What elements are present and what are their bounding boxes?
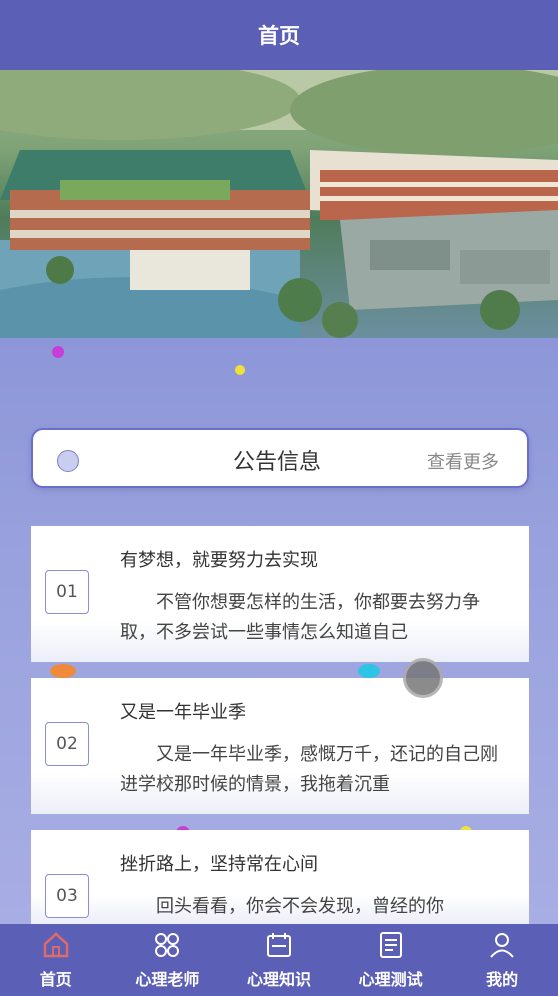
knowledge-icon: [266, 933, 291, 957]
decorative-dot: [358, 664, 380, 678]
notice-header: 公告信息 查看更多: [31, 428, 529, 488]
tab-label: 心理老师: [135, 970, 200, 989]
floating-scroll-button[interactable]: [403, 658, 443, 698]
tab-tests[interactable]: 心理测试: [335, 924, 447, 996]
page-title: 首页: [258, 24, 300, 48]
tab-label: 首页: [39, 970, 72, 989]
campus-illustration: [0, 70, 558, 338]
view-more-link[interactable]: 查看更多: [427, 448, 499, 474]
tab-knowledge[interactable]: 心理知识: [223, 924, 335, 996]
tab-profile[interactable]: 我的: [446, 924, 558, 996]
card-summary: 不管你想要怎样的生活，你都要去努力争取，不多尝试一些事情怎么知道自己: [120, 592, 480, 643]
tab-teachers[interactable]: 心理老师: [112, 924, 224, 996]
tab-label: 我的: [486, 970, 519, 989]
decorative-dot: [50, 664, 76, 678]
card-number: 02: [45, 722, 89, 766]
tab-label: 心理测试: [358, 970, 423, 989]
campus-banner-image[interactable]: [0, 70, 558, 338]
card-summary: 又是一年毕业季，感慨万千，还记的自己刚进学校那时候的情景，我拖着沉重: [120, 744, 498, 795]
notice-card[interactable]: 03 挫折路上，坚持常在心间 回头看看，你会不会发现，曾经的你: [31, 830, 529, 924]
decorative-dot: [52, 346, 64, 358]
teacher-icon: [155, 933, 180, 957]
page-header: 首页: [0, 0, 558, 70]
card-number: 01: [45, 570, 89, 614]
notice-card[interactable]: 01 有梦想，就要努力去实现 不管你想要怎样的生活，你都要去努力争取，不多尝试一…: [31, 526, 529, 662]
notice-title: 公告信息: [233, 450, 322, 475]
tab-home[interactable]: 首页: [0, 924, 112, 996]
decorative-dot: [235, 365, 245, 375]
user-icon: [490, 933, 514, 958]
card-summary: 回头看看，你会不会发现，曾经的你: [156, 896, 444, 917]
card-title: 挫折路上，坚持常在心间: [120, 854, 318, 875]
card-title: 又是一年毕业季: [120, 702, 246, 723]
circle-icon: [57, 450, 79, 472]
home-icon: [43, 932, 69, 958]
test-icon: [379, 932, 402, 958]
card-number: 03: [45, 874, 89, 918]
notice-card[interactable]: 02 又是一年毕业季 又是一年毕业季，感慨万千，还记的自己刚进学校那时候的情景，…: [31, 678, 529, 814]
card-title: 有梦想，就要努力去实现: [120, 550, 318, 571]
bottom-tab-bar: 首页 心理老师 心理知识 心理测试 我的: [0, 924, 558, 996]
tab-label: 心理知识: [246, 970, 311, 989]
